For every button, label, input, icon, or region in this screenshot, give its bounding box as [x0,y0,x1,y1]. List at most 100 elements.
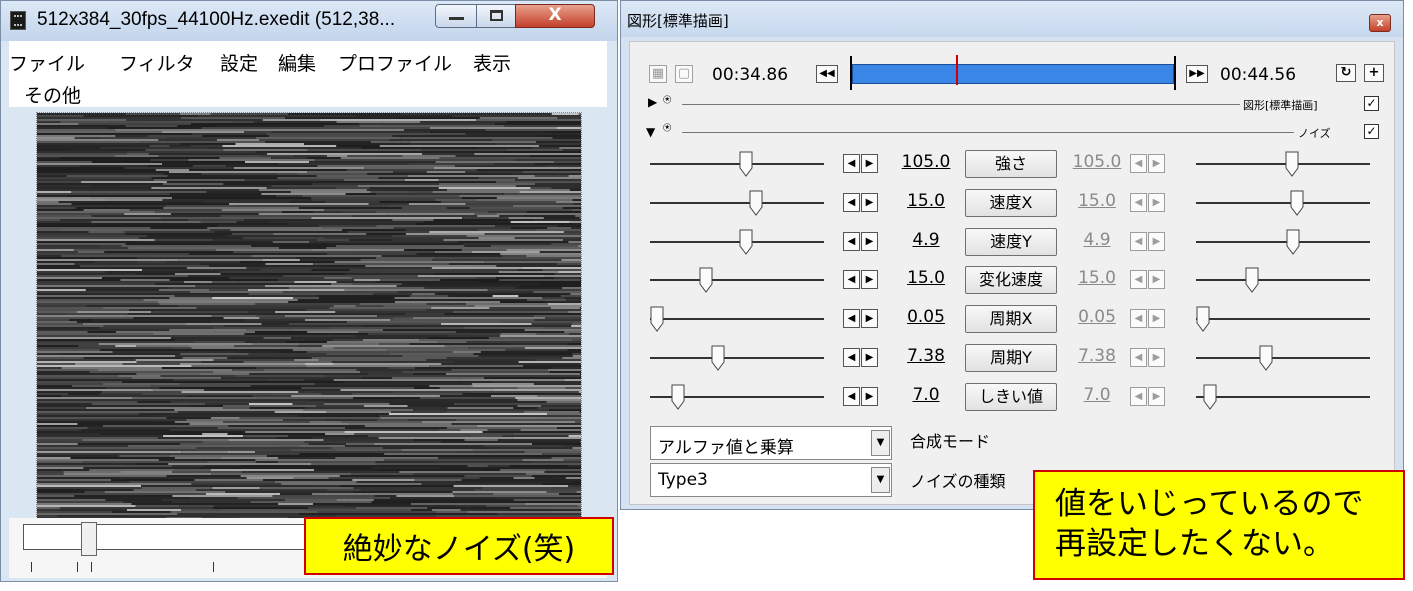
value-end-input[interactable]: 0.05 [1067,307,1127,327]
decrement-button[interactable]: ◀ [843,309,860,329]
value-end-input[interactable]: 4.9 [1067,230,1127,250]
right-slider-thumb[interactable] [1285,151,1299,177]
left-slider-thumb[interactable] [671,384,685,410]
value-end-input[interactable]: 15.0 [1067,268,1127,288]
right-slider-track[interactable] [1196,201,1370,204]
increment-button[interactable]: ▶ [861,270,878,290]
value-end-input[interactable]: 7.0 [1067,385,1127,405]
close-button[interactable]: x [1369,14,1391,32]
increment-button[interactable]: ▶ [861,348,878,367]
parameter-label-button[interactable]: しきい値 [965,382,1057,411]
left-slider-thumb[interactable] [650,306,664,333]
menu-filter[interactable]: フィルタ [119,49,195,76]
increment-end-button[interactable]: ▶ [1148,309,1165,329]
parameter-label-button[interactable]: 周期X [965,305,1057,334]
decrement-button[interactable]: ◀ [843,154,860,173]
parameter-label-button[interactable]: 速度X [965,188,1057,217]
decrement-end-button[interactable]: ◀ [1130,192,1147,212]
filter-window-titlebar[interactable]: 図形[標準描画] x [621,1,1403,37]
left-slider-thumb[interactable] [711,345,725,371]
menu-view[interactable]: 表示 [473,49,511,76]
value-input[interactable]: 105.0 [896,152,956,172]
right-slider-track[interactable] [1196,357,1370,359]
right-slider-track[interactable] [1196,163,1370,165]
increment-button[interactable]: ▶ [861,192,878,212]
menu-edit[interactable]: 編集 [278,49,316,76]
increment-end-button[interactable]: ▶ [1148,192,1165,212]
right-slider-thumb[interactable] [1259,345,1273,371]
value-input[interactable]: 0.05 [896,307,956,327]
right-slider-track[interactable] [1196,240,1370,243]
left-slider-track[interactable] [650,240,824,243]
object-range-bar[interactable] [852,55,1174,85]
decrement-button[interactable]: ◀ [843,231,860,251]
right-slider-thumb[interactable] [1203,384,1217,410]
value-end-input[interactable]: 105.0 [1067,152,1127,172]
increment-button[interactable]: ▶ [861,386,878,406]
left-slider-thumb[interactable] [739,151,753,177]
noise-type-select[interactable]: Type3 ▼ [650,463,892,497]
increment-end-button[interactable]: ▶ [1148,231,1165,251]
parameter-label-button[interactable]: 速度Y [965,227,1057,256]
main-window-titlebar[interactable]: 512x384_30fps_44100Hz.exedit (512,38... … [1,1,617,41]
left-slider-track[interactable] [650,318,824,321]
chevron-down-icon[interactable]: ▼ [871,430,890,456]
section-noise-checkbox[interactable]: ✓ [1364,124,1379,139]
menu-other[interactable]: その他 [24,81,81,108]
add-filter-button[interactable]: + [1364,64,1384,82]
decrement-end-button[interactable]: ◀ [1130,154,1147,173]
camera-icon[interactable]: ▦ [649,65,667,83]
value-end-input[interactable]: 7.38 [1067,346,1127,366]
right-slider-thumb[interactable] [1290,190,1304,216]
increment-button[interactable]: ▶ [861,231,878,251]
decrement-button[interactable]: ◀ [843,348,860,367]
left-slider-thumb[interactable] [739,229,753,255]
increment-end-button[interactable]: ▶ [1148,386,1165,406]
increment-button[interactable]: ▶ [861,154,878,173]
right-slider-track[interactable] [1196,279,1370,282]
rewind-button[interactable]: ◀◀ [816,65,838,83]
menu-file[interactable]: ファイル [9,49,85,76]
blend-mode-select[interactable]: アルファ値と乗算 ▼ [650,426,892,460]
value-input[interactable]: 15.0 [896,191,956,211]
window-icon[interactable]: ▢ [675,65,693,83]
close-button[interactable]: X [515,4,595,28]
increment-end-button[interactable]: ▶ [1148,154,1165,173]
right-slider-thumb[interactable] [1245,267,1259,294]
collapse-arrow-icon[interactable]: ▼ [646,125,655,139]
expand-arrow-icon[interactable]: ▶ [648,95,657,109]
decrement-button[interactable]: ◀ [843,192,860,212]
decrement-end-button[interactable]: ◀ [1130,309,1147,329]
fast-forward-button[interactable]: ▶▶ [1186,65,1208,83]
value-input[interactable]: 7.0 [896,385,956,405]
left-slider-thumb[interactable] [699,267,713,294]
section-shape-checkbox[interactable]: ✓ [1364,96,1379,111]
decrement-button[interactable]: ◀ [843,270,860,290]
increment-end-button[interactable]: ▶ [1148,348,1165,367]
value-input[interactable]: 15.0 [896,268,956,288]
decrement-end-button[interactable]: ◀ [1130,270,1147,290]
right-slider-thumb[interactable] [1196,306,1210,333]
maximize-button[interactable] [476,4,516,28]
right-slider-track[interactable] [1196,395,1370,398]
menu-profile[interactable]: プロファイル [338,49,452,76]
parameter-label-button[interactable]: 変化速度 [965,266,1057,295]
parameter-label-button[interactable]: 強さ [965,150,1057,178]
left-slider-track[interactable] [650,357,824,359]
right-slider-track[interactable] [1196,318,1370,321]
decrement-end-button[interactable]: ◀ [1130,386,1147,406]
decrement-end-button[interactable]: ◀ [1130,348,1147,367]
menu-settings[interactable]: 設定 [220,49,258,76]
minimize-button[interactable] [435,4,477,28]
seek-thumb[interactable] [81,522,97,556]
left-slider-track[interactable] [650,201,824,204]
value-input[interactable]: 4.9 [896,230,956,250]
chevron-down-icon[interactable]: ▼ [871,467,890,493]
increment-end-button[interactable]: ▶ [1148,270,1165,290]
left-slider-thumb[interactable] [749,190,763,216]
refresh-icon[interactable]: ↻ [1336,64,1356,82]
parameter-label-button[interactable]: 周期Y [965,344,1057,372]
increment-button[interactable]: ▶ [861,309,878,329]
value-input[interactable]: 7.38 [896,346,956,366]
left-slider-track[interactable] [650,279,824,282]
